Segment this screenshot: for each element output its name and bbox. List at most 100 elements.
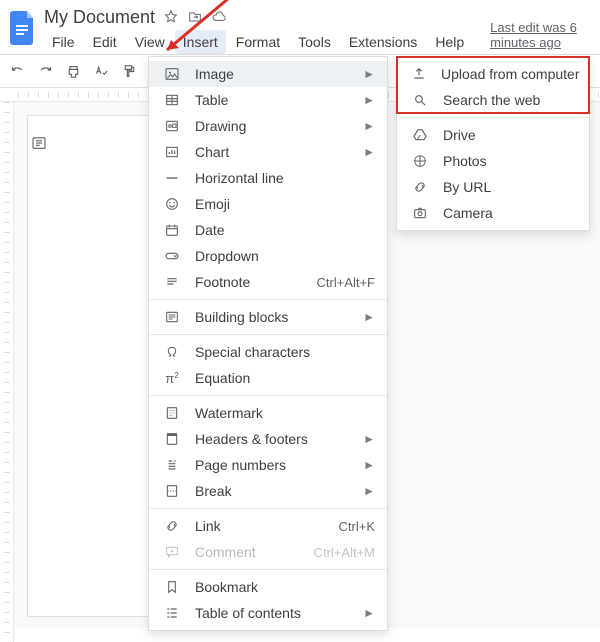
menu-item-label: Special characters xyxy=(195,344,375,360)
insert-item-dropdown[interactable]: Dropdown xyxy=(149,243,387,269)
menu-separator xyxy=(149,569,387,570)
insert-item-date[interactable]: Date xyxy=(149,217,387,243)
image-sub-item-drive[interactable]: Drive xyxy=(397,122,589,148)
footnote-icon xyxy=(163,274,181,290)
menu-item-label: Footnote xyxy=(195,274,302,290)
menu-item-label: Drive xyxy=(443,127,577,143)
image-sub-item-upload-from-computer[interactable]: Upload from computer xyxy=(397,61,589,87)
docs-logo[interactable] xyxy=(10,6,36,50)
break-icon xyxy=(163,483,181,499)
insert-item-comment: CommentCtrl+Alt+M xyxy=(149,539,387,565)
comment-icon xyxy=(163,544,181,560)
submenu-arrow-icon: ► xyxy=(363,93,375,107)
image-sub-item-by-url[interactable]: By URL xyxy=(397,174,589,200)
camera-icon xyxy=(411,205,429,221)
menu-file[interactable]: File xyxy=(44,30,83,54)
insert-item-horizontal-line[interactable]: Horizontal line xyxy=(149,165,387,191)
menu-item-label: Table of contents xyxy=(195,605,349,621)
omega-icon xyxy=(163,344,181,360)
menu-item-label: Headers & footers xyxy=(195,431,349,447)
submenu-arrow-icon: ► xyxy=(363,484,375,498)
outline-toggle-icon[interactable] xyxy=(30,134,48,155)
dropdown-icon xyxy=(163,248,181,264)
menu-item-label: Link xyxy=(195,518,325,534)
insert-item-table-of-contents[interactable]: Table of contents► xyxy=(149,600,387,626)
insert-menu: Image►Table►Drawing►Chart►Horizontal lin… xyxy=(148,56,388,631)
cloud-status-icon[interactable] xyxy=(211,9,227,25)
page[interactable] xyxy=(28,116,148,616)
insert-item-footnote[interactable]: FootnoteCtrl+Alt+F xyxy=(149,269,387,295)
insert-item-page-numbers[interactable]: Page numbers► xyxy=(149,452,387,478)
vertical-ruler[interactable] xyxy=(0,102,14,642)
drive-icon xyxy=(411,127,429,143)
menu-separator xyxy=(397,117,589,118)
menubar: FileEditViewInsertFormatToolsExtensionsH… xyxy=(44,30,472,54)
app-header: My Document FileEditViewInsertFormatTool… xyxy=(0,0,600,54)
insert-item-equation[interactable]: π2 Equation xyxy=(149,365,387,391)
insert-item-headers-footers[interactable]: Headers & footers ► xyxy=(149,426,387,452)
menu-format[interactable]: Format xyxy=(228,30,288,54)
image-sub-item-search-the-web[interactable]: Search the web xyxy=(397,87,589,113)
insert-item-drawing[interactable]: Drawing► xyxy=(149,113,387,139)
image-sub-item-photos[interactable]: Photos xyxy=(397,148,589,174)
menu-help[interactable]: Help xyxy=(427,30,472,54)
menu-item-label: Date xyxy=(195,222,375,238)
undo-icon[interactable] xyxy=(8,62,26,80)
redo-icon[interactable] xyxy=(36,62,54,80)
image-submenu: Upload from computerSearch the web Drive P… xyxy=(396,56,590,231)
date-icon xyxy=(163,222,181,238)
image-sub-item-camera[interactable]: Camera xyxy=(397,200,589,226)
insert-item-emoji[interactable]: Emoji xyxy=(149,191,387,217)
menu-separator xyxy=(149,508,387,509)
link-icon xyxy=(163,518,181,534)
toc-icon xyxy=(163,605,181,621)
menu-view[interactable]: View xyxy=(127,30,173,54)
move-icon[interactable] xyxy=(187,9,203,25)
insert-item-watermark[interactable]: Watermark xyxy=(149,400,387,426)
insert-item-table[interactable]: Table► xyxy=(149,87,387,113)
url-icon xyxy=(411,179,429,195)
watermark-icon xyxy=(163,405,181,421)
menu-separator xyxy=(149,334,387,335)
menu-edit[interactable]: Edit xyxy=(85,30,125,54)
insert-item-image[interactable]: Image► xyxy=(149,61,387,87)
emoji-icon xyxy=(163,196,181,212)
menu-item-label: Camera xyxy=(443,205,577,221)
chart-icon xyxy=(163,144,181,160)
print-icon[interactable] xyxy=(64,62,82,80)
menu-tools[interactable]: Tools xyxy=(290,30,339,54)
upload-icon xyxy=(411,66,427,82)
docs-icon xyxy=(10,11,36,45)
insert-item-link[interactable]: Link Ctrl+K xyxy=(149,513,387,539)
document-title[interactable]: My Document xyxy=(44,7,155,28)
insert-item-special-characters[interactable]: Special characters xyxy=(149,339,387,365)
menu-item-label: Drawing xyxy=(195,118,349,134)
menu-extensions[interactable]: Extensions xyxy=(341,30,425,54)
menu-item-shortcut: Ctrl+K xyxy=(339,519,375,534)
menu-item-label: Break xyxy=(195,483,349,499)
insert-item-break[interactable]: Break ► xyxy=(149,478,387,504)
last-edit-link[interactable]: Last edit was 6 minutes ago xyxy=(490,20,590,54)
bookmark-icon xyxy=(163,579,181,595)
menu-item-label: Equation xyxy=(195,370,375,386)
insert-item-chart[interactable]: Chart► xyxy=(149,139,387,165)
equation-icon: π2 xyxy=(163,371,181,386)
menu-item-label: Emoji xyxy=(195,196,375,212)
insert-item-bookmark[interactable]: Bookmark xyxy=(149,574,387,600)
insert-item-building-blocks[interactable]: Building blocks► xyxy=(149,304,387,330)
star-icon[interactable] xyxy=(163,9,179,25)
menu-item-label: Chart xyxy=(195,144,349,160)
menu-insert[interactable]: Insert xyxy=(175,30,226,54)
menu-item-label: By URL xyxy=(443,179,577,195)
submenu-arrow-icon: ► xyxy=(363,432,375,446)
menu-item-label: Watermark xyxy=(195,405,375,421)
menu-item-label: Comment xyxy=(195,544,300,560)
spellcheck-icon[interactable] xyxy=(92,62,110,80)
drawing-icon xyxy=(163,118,181,134)
paint-format-icon[interactable] xyxy=(120,62,138,80)
blocks-icon xyxy=(163,309,181,325)
table-icon xyxy=(163,92,181,108)
menu-item-label: Horizontal line xyxy=(195,170,375,186)
menu-item-label: Bookmark xyxy=(195,579,375,595)
submenu-arrow-icon: ► xyxy=(363,458,375,472)
